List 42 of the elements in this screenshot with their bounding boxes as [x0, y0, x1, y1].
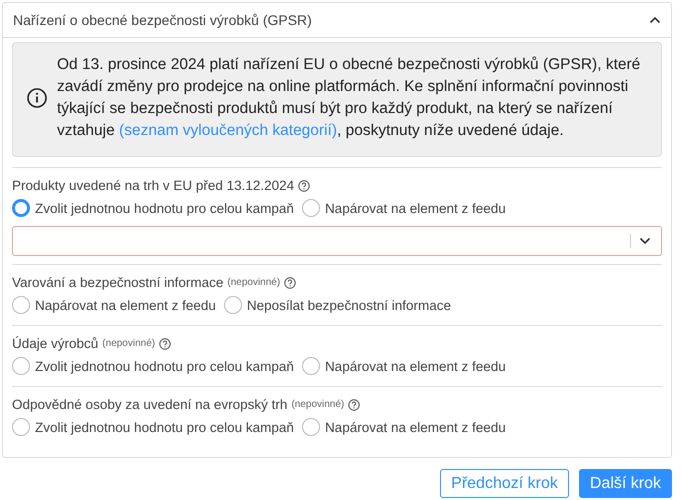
- panel-title: Nařízení o obecné bezpečnosti výrobků (GPSR): [13, 12, 312, 28]
- radio-label: Napárovat na element z feedu: [35, 298, 216, 312]
- field-label: Údaje výrobců: [12, 336, 98, 351]
- radio-option[interactable]: Neposílat bezpečnostní informace: [224, 296, 451, 314]
- field-label: Produkty uvedené na trh v EU před 13.12.2024: [12, 178, 294, 193]
- radio-option[interactable]: Napárovat na element z feedu: [302, 199, 506, 217]
- help-icon[interactable]: [284, 276, 296, 288]
- radio-label: Napárovat na element z feedu: [324, 420, 506, 434]
- radio-option[interactable]: Napárovat na element z feedu: [302, 418, 506, 436]
- chevron-down-icon: [639, 237, 651, 245]
- radio-button[interactable]: [302, 357, 320, 375]
- radio-button[interactable]: [12, 418, 30, 436]
- optional-note: (nepovinné): [291, 399, 344, 410]
- panel-header[interactable]: Nařízení o obecné bezpečnosti výrobků (GPSR): [3, 3, 671, 38]
- radio-label: Zvolit jednotnou hodnotu pro celou kampaň: [35, 200, 294, 216]
- radio-button[interactable]: [302, 418, 320, 436]
- radio-button[interactable]: [12, 296, 30, 314]
- optional-note: (nepovinné): [227, 277, 280, 288]
- radio-option[interactable]: Zvolit jednotnou hodnotu pro celou kampaň: [12, 357, 294, 375]
- radio-button[interactable]: [12, 199, 30, 217]
- radio-label: Zvolit jednotnou hodnotu pro celou kampaň: [35, 358, 294, 374]
- optional-note: (nepovinné): [102, 338, 156, 349]
- field-label: Varování a bezpečnostní informace: [12, 275, 224, 290]
- field-label: Odpovědné osoby za uvedení na evropský trh: [12, 397, 288, 412]
- radio-button[interactable]: [224, 296, 242, 314]
- help-icon[interactable]: [159, 338, 172, 350]
- radio-option[interactable]: Napárovat na element z feedu: [12, 296, 216, 314]
- chevron-up-icon[interactable]: [649, 16, 661, 24]
- help-icon[interactable]: [298, 180, 310, 192]
- select-field[interactable]: [12, 226, 662, 256]
- info-icon: [27, 88, 47, 108]
- radio-button[interactable]: [12, 357, 30, 375]
- radio-option[interactable]: Napárovat na element z feedu: [302, 357, 506, 375]
- radio-label: Napárovat na element z feedu: [324, 358, 506, 374]
- radio-label: Napárovat na element z feedu: [324, 200, 506, 216]
- radio-option[interactable]: Zvolit jednotnou hodnotu pro celou kampaň: [12, 418, 294, 436]
- help-icon[interactable]: [348, 398, 360, 410]
- radio-button[interactable]: [302, 199, 320, 217]
- radio-label: Neposílat bezpečnostní informace: [246, 298, 451, 312]
- radio-label: Zvolit jednotnou hodnotu pro celou kampaň: [35, 420, 294, 434]
- notice-text: Od 13. prosince 2024 platí nařízení EU o obecné bezpečnosti výrobků (GPSR), které zavádí změny pro prodejce na online platformách. Ke splnění informační povinnosti týkající se bezpečnosti produktů musí být pro každý produkt, na který se nařízení vztahuje (seznam vyloučených kategorií), poskytnuty níže uvedené údaje.: [57, 55, 642, 141]
- radio-option[interactable]: Zvolit jednotnou hodnotu pro celou kampaň: [12, 199, 294, 217]
